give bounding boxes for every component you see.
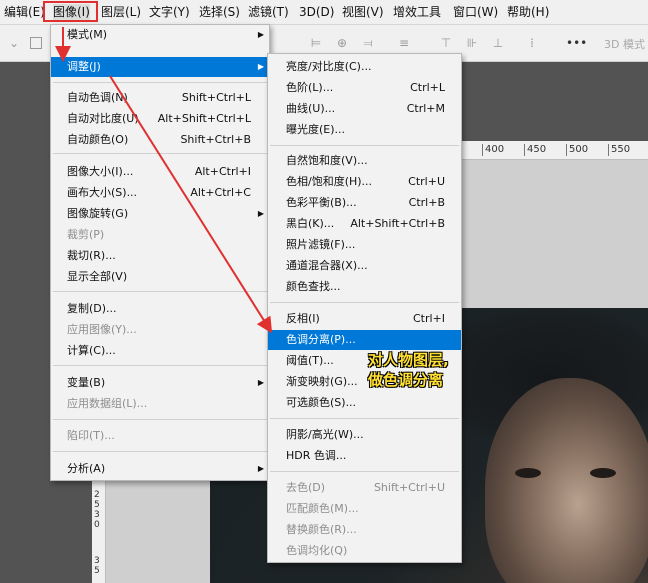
chevron-right-icon: ▶: [257, 30, 264, 39]
align-center-icon[interactable]: ⊕: [336, 37, 348, 49]
ruler-tick: 500: [566, 144, 588, 156]
ruler-tick: 3: [94, 556, 100, 566]
checkbox-icon[interactable]: [30, 37, 42, 49]
menu-item-match-color: 匹配颜色(M)...: [286, 502, 359, 515]
ruler-tick: 5: [94, 500, 100, 510]
menu-item-exposure[interactable]: 曝光度(E)...: [268, 120, 461, 140]
menu-type[interactable]: 文字(Y): [149, 4, 190, 20]
align-middle-icon[interactable]: ⊪: [466, 37, 478, 49]
menu-item-curves[interactable]: 曲线(U)... Ctrl+M: [268, 99, 461, 119]
menu-item-trim[interactable]: 裁切(R)...: [51, 246, 269, 266]
menu-item-apply-image: 应用图像(Y)...: [67, 323, 137, 336]
menu-edit[interactable]: 编辑(E): [4, 4, 45, 20]
ruler-tick: 0: [94, 520, 100, 530]
menu-item-canvas-size[interactable]: 画布大小(S)... Alt+Ctrl+C: [51, 183, 269, 203]
ruler-tick: 450: [524, 144, 546, 156]
ruler-tick: 5: [94, 566, 100, 576]
3d-mode-label: 3D 模式: [604, 38, 645, 51]
adjustments-submenu: 亮度/对比度(C)... 色阶(L)... Ctrl+L 曲线(U)... Ctrl…: [267, 53, 462, 563]
ruler-tick: 550: [608, 144, 630, 156]
menu-item-auto-contrast[interactable]: 自动对比度(U) Alt+Shift+Ctrl+L: [51, 109, 269, 129]
menu-layer[interactable]: 图层(L): [101, 4, 141, 20]
menu-item-posterize[interactable]: 色调分离(P)...: [268, 330, 461, 350]
align-bottom-icon[interactable]: ⊥: [492, 37, 504, 49]
menu-3d[interactable]: 3D(D): [299, 4, 334, 20]
menu-item-duplicate[interactable]: 复制(D)...: [51, 299, 269, 319]
menu-item-calculations[interactable]: 计算(C)...: [51, 341, 269, 361]
menu-item-brightness-contrast[interactable]: 亮度/对比度(C)...: [268, 57, 461, 77]
menu-help[interactable]: 帮助(H): [507, 4, 549, 20]
menu-item-analysis[interactable]: 分析(A) ▶: [51, 459, 269, 479]
menu-item-crop: 裁剪(P): [67, 228, 105, 241]
ruler-tick: 400: [482, 144, 504, 156]
align-right-icon[interactable]: ⫤: [362, 37, 374, 49]
chevron-right-icon: ▶: [257, 62, 264, 71]
menu-item-vibrance[interactable]: 自然饱和度(V)...: [268, 151, 461, 171]
menu-item-color-balance[interactable]: 色彩平衡(B)... Ctrl+B: [268, 193, 461, 213]
menu-item-apply-data-set: 应用数据组(L)...: [67, 397, 148, 410]
image-menu: 模式(M) ▶ 调整(J) ▶ 自动色调(N) Shift+Ctrl+L 自动对比度(…: [50, 24, 270, 481]
ruler-tick: 2: [94, 490, 100, 500]
menu-item-image-size[interactable]: 图像大小(I)... Alt+Ctrl+I: [51, 162, 269, 182]
menu-item-black-white[interactable]: 黑白(K)... Alt+Shift+Ctrl+B: [268, 214, 461, 234]
chevron-down-icon[interactable]: ⌄: [8, 37, 20, 49]
menu-select[interactable]: 选择(S): [199, 4, 240, 20]
ruler-vertical: 2 5 3 0 3 5: [92, 468, 106, 583]
annotation-line-2: 做色调分离: [368, 371, 444, 389]
annotation-text: 对人物图层, 做色调分离: [368, 350, 449, 390]
chevron-right-icon: ▶: [257, 378, 264, 387]
menu-item-channel-mixer[interactable]: 通道混合器(X)...: [268, 256, 461, 276]
menu-item-adjustments[interactable]: 调整(J) ▶: [51, 57, 269, 77]
menu-item-variables[interactable]: 变量(B) ▶: [51, 373, 269, 393]
menu-item-shadows-highlights[interactable]: 阴影/高光(W)...: [268, 425, 461, 445]
menu-item-levels[interactable]: 色阶(L)... Ctrl+L: [268, 78, 461, 98]
ruler-horizontal: 400 450 500 550 600: [460, 141, 648, 160]
menu-item-auto-tone[interactable]: 自动色调(N) Shift+Ctrl+L: [51, 88, 269, 108]
menu-item-reveal-all[interactable]: 显示全部(V): [51, 267, 269, 287]
menu-window[interactable]: 窗口(W): [453, 4, 498, 20]
menu-item-selective-color[interactable]: 可选颜色(S)...: [268, 393, 461, 413]
menu-item-auto-color[interactable]: 自动颜色(O) Shift+Ctrl+B: [51, 130, 269, 150]
distribute-icon[interactable]: ≡: [398, 37, 410, 49]
highlight-box: [43, 1, 98, 22]
menu-item-replace-color: 替换颜色(R)...: [286, 523, 357, 536]
menu-item-equalize: 色调均化(Q): [286, 544, 348, 557]
menu-filter[interactable]: 滤镜(T): [248, 4, 289, 20]
menu-view[interactable]: 视图(V): [342, 4, 384, 20]
menu-item-mode[interactable]: 模式(M) ▶: [51, 25, 269, 45]
menu-item-trap: 陷印(T)...: [67, 429, 115, 442]
menu-item-desaturate: 去色(D) Shift+Ctrl+U: [286, 481, 445, 494]
chevron-right-icon: ▶: [257, 209, 264, 218]
menu-item-photo-filter[interactable]: 照片滤镜(F)...: [268, 235, 461, 255]
align-left-icon[interactable]: ⊨: [310, 37, 322, 49]
menu-item-hdr-toning[interactable]: HDR 色调...: [268, 446, 461, 466]
annotation-line-1: 对人物图层,: [368, 351, 449, 369]
ruler-tick: 3: [94, 510, 100, 520]
menu-item-hue-saturation[interactable]: 色相/饱和度(H)... Ctrl+U: [268, 172, 461, 192]
menu-item-image-rotation[interactable]: 图像旋转(G) ▶: [51, 204, 269, 224]
menu-item-color-lookup[interactable]: 颜色查找...: [268, 277, 461, 297]
menu-bar: 编辑(E) 图像(I) 图层(L) 文字(Y) 选择(S) 滤镜(T) 3D(D…: [0, 0, 648, 25]
chevron-right-icon: ▶: [257, 464, 264, 473]
menu-item-invert[interactable]: 反相(I) Ctrl+I: [268, 309, 461, 329]
align-top-icon[interactable]: ⊤: [440, 37, 452, 49]
more-icon[interactable]: •••: [566, 37, 587, 49]
menu-plugins[interactable]: 增效工具: [393, 4, 441, 20]
distribute-vertical-icon[interactable]: ⁞: [526, 37, 538, 49]
